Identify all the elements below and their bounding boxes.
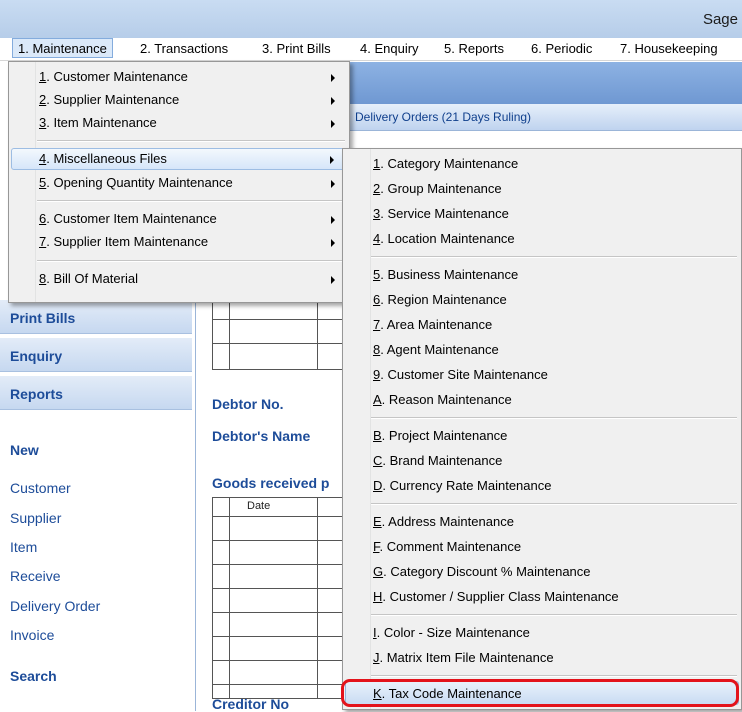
- submenu-category-discount-maintenance[interactable]: G. Category Discount % Maintenance: [345, 561, 739, 583]
- sidebar-link-invoice[interactable]: Invoice: [10, 627, 54, 643]
- menu-print-bills[interactable]: 3. Print Bills: [262, 41, 331, 56]
- sidebar-search-heading: Search: [10, 668, 57, 684]
- sidebar-link-supplier[interactable]: Supplier: [10, 510, 61, 526]
- menu-reports[interactable]: 5. Reports: [444, 41, 504, 56]
- submenu-color-size-maintenance[interactable]: I. Color - Size Maintenance: [345, 622, 739, 644]
- menu-maintenance[interactable]: 1. Maintenance: [12, 38, 113, 58]
- submenu-customer-site-maintenance[interactable]: 9. Customer Site Maintenance: [345, 364, 739, 386]
- menu-bar: 1. Maintenance 2. Transactions 3. Print …: [0, 38, 742, 61]
- menu-periodic[interactable]: 6. Periodic: [531, 41, 592, 56]
- menu-item-bill-of-material[interactable]: 8. Bill Of Material: [11, 268, 347, 290]
- menu-item-supplier-item-maintenance[interactable]: 7. Supplier Item Maintenance: [11, 231, 347, 253]
- submenu-area-maintenance[interactable]: 7. Area Maintenance: [345, 314, 739, 336]
- submenu-region-maintenance[interactable]: 6. Region Maintenance: [345, 289, 739, 311]
- submenu-category-maintenance[interactable]: 1. Category Maintenance: [345, 153, 739, 175]
- menu-item-opening-quantity[interactable]: 5. Opening Quantity Maintenance: [11, 172, 347, 194]
- menu-item-item-maintenance[interactable]: 3. Item Maintenance: [11, 112, 347, 134]
- submenu-arrow-icon: [331, 74, 335, 82]
- submenu-arrow-icon: [331, 180, 335, 188]
- menu-housekeeping[interactable]: 7. Housekeeping: [620, 41, 718, 56]
- submenu-reason-maintenance[interactable]: A. Reason Maintenance: [345, 389, 739, 411]
- sidebar-link-delivery-order[interactable]: Delivery Order: [10, 598, 100, 614]
- creditor-no-label: Creditor No: [212, 696, 289, 712]
- goods-received-label: Goods received p: [212, 475, 330, 491]
- nav-reports[interactable]: Reports: [0, 376, 192, 410]
- menu-transactions[interactable]: 2. Transactions: [140, 41, 228, 56]
- menu-item-miscellaneous-files[interactable]: 4. Miscellaneous Files: [11, 148, 347, 170]
- submenu-service-maintenance[interactable]: 3. Service Maintenance: [345, 203, 739, 225]
- nav-print-bills[interactable]: Print Bills: [0, 300, 192, 334]
- goods-grid: Date: [212, 497, 346, 699]
- submenu-brand-maintenance[interactable]: C. Brand Maintenance: [345, 450, 739, 472]
- submenu-arrow-icon: [331, 239, 335, 247]
- app-title: Sage: [702, 11, 738, 28]
- menu-enquiry[interactable]: 4. Enquiry: [360, 41, 419, 56]
- sidebar-link-receive[interactable]: Receive: [10, 568, 61, 584]
- submenu-comment-maintenance[interactable]: F. Comment Maintenance: [345, 536, 739, 558]
- menu-item-customer-maintenance[interactable]: 1. Customer Maintenance: [11, 66, 347, 88]
- menu-item-supplier-maintenance[interactable]: 2. Supplier Maintenance: [11, 89, 347, 111]
- submenu-arrow-icon: [331, 276, 335, 284]
- submenu-address-maintenance[interactable]: E. Address Maintenance: [345, 511, 739, 533]
- grid-date-header: Date: [247, 500, 271, 512]
- maintenance-menu: 1. Customer Maintenance 2. Supplier Main…: [8, 61, 350, 303]
- sidebar-link-customer[interactable]: Customer: [10, 480, 71, 496]
- submenu-customer-supplier-class-maintenance[interactable]: H. Customer / Supplier Class Maintenance: [345, 586, 739, 608]
- submenu-arrow-icon: [330, 156, 334, 164]
- debtor-name-label: Debtor's Name: [212, 428, 311, 444]
- submenu-arrow-icon: [331, 120, 335, 128]
- submenu-group-maintenance[interactable]: 2. Group Maintenance: [345, 178, 739, 200]
- tax-code-highlight-ring: [341, 679, 739, 707]
- upper-grid: [212, 296, 346, 370]
- submenu-business-maintenance[interactable]: 5. Business Maintenance: [345, 264, 739, 286]
- submenu-agent-maintenance[interactable]: 8. Agent Maintenance: [345, 339, 739, 361]
- sidebar-link-item[interactable]: Item: [10, 539, 37, 555]
- submenu-matrix-item-file-maintenance[interactable]: J. Matrix Item File Maintenance: [345, 647, 739, 669]
- delivery-orders-title: Delivery Orders (21 Days Ruling): [355, 110, 532, 124]
- miscellaneous-files-submenu: 1. Category Maintenance 2. Group Mainten…: [342, 148, 742, 710]
- debtor-no-label: Debtor No.: [212, 396, 284, 412]
- sidebar-new-heading: New: [10, 442, 39, 458]
- menu-item-customer-item-maintenance[interactable]: 6. Customer Item Maintenance: [11, 208, 347, 230]
- submenu-currency-rate-maintenance[interactable]: D. Currency Rate Maintenance: [345, 475, 739, 497]
- nav-enquiry[interactable]: Enquiry: [0, 338, 192, 372]
- submenu-location-maintenance[interactable]: 4. Location Maintenance: [345, 228, 739, 250]
- submenu-arrow-icon: [331, 97, 335, 105]
- submenu-project-maintenance[interactable]: B. Project Maintenance: [345, 425, 739, 447]
- submenu-arrow-icon: [331, 216, 335, 224]
- title-bar: Sage: [0, 0, 742, 38]
